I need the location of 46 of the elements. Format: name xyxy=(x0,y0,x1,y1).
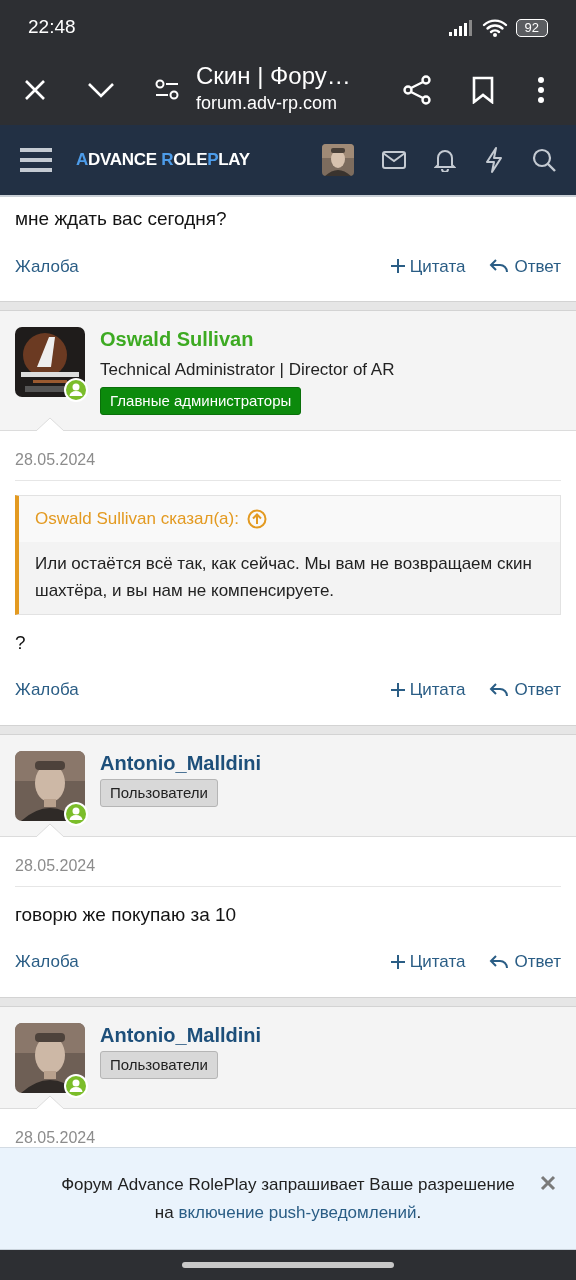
post-date: 28.05.2024 xyxy=(15,836,561,887)
bell-icon[interactable] xyxy=(434,148,456,172)
logo-text: LAY xyxy=(218,150,250,170)
user-title: Technical Administrator | Director of AR xyxy=(100,359,395,381)
reply-link[interactable]: Ответ xyxy=(489,949,561,975)
report-link[interactable]: Жалоба xyxy=(15,949,79,975)
page-url: forum.adv-rp.com xyxy=(196,91,339,115)
logo-text: P xyxy=(207,150,219,170)
author-name[interactable]: Antonio_Malldini xyxy=(100,750,262,775)
page-title: Скин | Фору… xyxy=(196,63,352,90)
post-date: 28.05.2024 xyxy=(15,431,561,481)
push-link[interactable]: включение push-уведомлений xyxy=(178,1202,417,1222)
plus-icon xyxy=(390,683,405,698)
reply-icon xyxy=(489,258,510,275)
reply-icon xyxy=(489,954,510,971)
mail-icon[interactable] xyxy=(382,151,406,169)
logo-text: R xyxy=(161,150,174,170)
notice-text: Форум Advance RolePlay запрашивает Ваше разрешение на включение push-уведомлений. xyxy=(60,1174,516,1224)
wifi-icon xyxy=(481,17,508,38)
status-time: 22:48 xyxy=(28,15,76,40)
user-group-tag: Главные администраторы xyxy=(100,386,302,415)
reply-link[interactable]: Ответ xyxy=(489,677,561,703)
search-icon[interactable] xyxy=(532,148,556,172)
reply-icon xyxy=(489,682,510,699)
quote-link[interactable]: Цитата xyxy=(390,677,466,703)
plus-icon xyxy=(390,259,405,274)
quote-author: Oswald Sullivan сказал(а): xyxy=(35,508,239,530)
menu-icon[interactable] xyxy=(20,147,52,173)
logo-text: OLE xyxy=(173,150,208,170)
report-link[interactable]: Жалоба xyxy=(15,677,79,703)
logo-text: DVANCE xyxy=(88,150,158,170)
plus-icon xyxy=(390,955,405,970)
post-text: мне ждать вас сегодня? xyxy=(15,207,228,231)
logo-text: A xyxy=(76,150,88,170)
user-group-tag: Пользователи xyxy=(100,778,218,808)
quote-link[interactable]: Цитата xyxy=(390,949,466,975)
author-name[interactable]: Antonio_Malldini xyxy=(100,1022,262,1047)
post-text: ? xyxy=(15,630,27,655)
user-group-tag: Пользователи xyxy=(100,1050,218,1080)
quote-link[interactable]: Цитата xyxy=(390,253,466,279)
bolt-icon[interactable] xyxy=(484,147,504,173)
reply-link[interactable]: Ответ xyxy=(489,253,561,279)
battery-indicator: 92 xyxy=(515,18,548,37)
report-link[interactable]: Жалоба xyxy=(15,253,79,279)
signal-icon xyxy=(447,18,474,37)
post-text: говорю же покупаю за 10 xyxy=(15,902,238,927)
